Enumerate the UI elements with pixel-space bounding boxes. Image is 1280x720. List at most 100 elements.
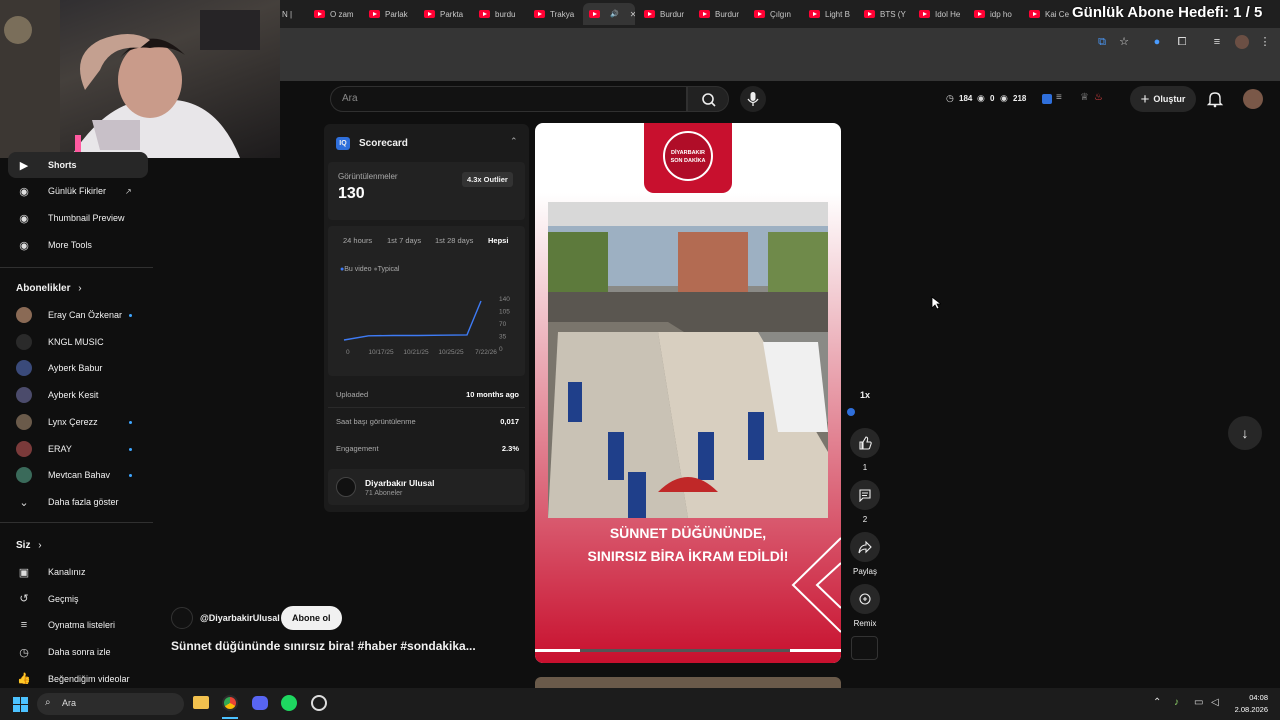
external-link-icon: ↗ <box>125 186 132 196</box>
remix-label: Remix <box>853 619 877 628</box>
comment-count: 2 <box>862 515 868 524</box>
network-icon[interactable]: ▭ <box>1194 697 1203 708</box>
y-tick-label: 70 <box>499 321 507 328</box>
install-app-icon[interactable]: ⧉ <box>1095 35 1109 49</box>
range-tab[interactable]: 24 hours <box>343 236 372 245</box>
tab-label: Çılgın <box>770 9 791 19</box>
show-more-button[interactable]: ⌄ Daha fazla göster <box>0 489 150 515</box>
subscription-label: Ayberk Kesit <box>48 390 99 401</box>
range-tab[interactable]: 1st 7 days <box>387 236 421 245</box>
close-tab-icon[interactable]: ✕ <box>630 10 635 19</box>
browser-tab[interactable]: idp ho <box>968 3 1020 25</box>
search-input[interactable]: Ara <box>330 86 687 112</box>
trophy-icon[interactable]: ♕ <box>1080 92 1089 103</box>
volume-icon[interactable]: ◁ <box>1211 697 1219 708</box>
remix-button[interactable] <box>850 584 880 614</box>
sidebar-item-thumbnail[interactable]: ◉ Thumbnail Preview <box>0 205 150 231</box>
youtube-favicon-icon <box>1029 10 1040 18</box>
playback-speed[interactable]: 1x <box>850 390 880 400</box>
browser-tab[interactable]: Kai Ce <box>1023 3 1075 25</box>
browser-tab[interactable]: N | <box>276 3 304 25</box>
subscription-item[interactable]: Eray Can Özkenar <box>0 302 150 328</box>
extension-icon[interactable]: ● <box>1150 35 1164 49</box>
audio-source-thumbnail[interactable] <box>851 636 878 660</box>
channel-handle[interactable]: @DiyarbakirUlusal <box>200 613 280 623</box>
discord-icon[interactable] <box>252 696 268 710</box>
browser-tab[interactable]: burdu <box>473 3 525 25</box>
sidebar-item-label: Daha sonra izle <box>48 647 111 658</box>
channel-subscribers: 71 Aboneler <box>365 490 403 497</box>
taskbar-search[interactable]: ⌕ Ara <box>37 693 184 715</box>
range-tab[interactable]: Hepsi <box>488 236 508 245</box>
chevron-graphic <box>791 537 841 633</box>
you-section-title[interactable]: Siz › <box>16 540 42 551</box>
range-tab[interactable]: 1st 28 days <box>435 236 473 245</box>
collapse-chevron-icon[interactable]: ⌃ <box>510 136 518 147</box>
subscription-item[interactable]: Lynx Çerezz <box>0 409 150 435</box>
sidebar-item-label: Beğendiğim videolar <box>48 673 130 684</box>
subscription-item[interactable]: Mevtcan Bahav <box>0 462 150 488</box>
sidebar-item-playlist[interactable]: ≡ Oynatma listeleri <box>0 612 150 638</box>
like-button[interactable] <box>850 428 880 458</box>
subscribe-button[interactable]: Abone ol <box>281 606 342 630</box>
browser-tab[interactable]: Burdur <box>693 3 745 25</box>
list-icon[interactable]: ≡ <box>1056 92 1062 103</box>
youtube-favicon-icon <box>589 10 600 18</box>
chrome-icon[interactable] <box>222 695 238 711</box>
browser-tab[interactable]: Light B <box>803 3 855 25</box>
next-short-preview[interactable] <box>535 677 841 688</box>
alert-icon[interactable]: ♨ <box>1094 92 1103 103</box>
channel-avatar[interactable] <box>171 607 193 629</box>
profile-avatar[interactable] <box>1235 35 1249 49</box>
sidebar-item-watch-later[interactable]: ◷ Daha sonra izle <box>0 639 150 665</box>
search-button[interactable] <box>687 86 729 112</box>
y-tick-label: 35 <box>499 334 507 341</box>
video-title[interactable]: Sünnet düğününde sınırsız bira! #haber #… <box>171 639 476 653</box>
tray-chevron-icon[interactable]: ⌃ <box>1153 697 1161 708</box>
app-icon[interactable] <box>311 695 327 711</box>
share-button[interactable] <box>850 532 880 562</box>
voice-search-button[interactable] <box>740 86 766 112</box>
account-avatar[interactable] <box>1243 89 1263 109</box>
subscription-item[interactable]: KNGL MUSIC <box>0 329 150 355</box>
subscription-item[interactable]: Ayberk Kesit <box>0 382 150 408</box>
file-explorer-icon[interactable] <box>193 696 209 709</box>
audio-playing-icon[interactable]: 🔊 <box>610 10 619 18</box>
x-tick-label: 10/17/25 <box>368 349 394 356</box>
sidebar-item-history[interactable]: ↺ Geçmiş <box>0 586 150 612</box>
subscription-item[interactable]: Ayberk Babur <box>0 355 150 381</box>
notifications-button[interactable] <box>1206 90 1224 113</box>
browser-tab[interactable]: BTS (Y <box>858 3 910 25</box>
browser-menu-icon[interactable]: ⋮ <box>1258 35 1272 49</box>
subscription-label: Ayberk Babur <box>48 363 103 374</box>
sidebar-item-tools[interactable]: ◉ More Tools <box>0 232 150 258</box>
sidebar-item-ideas[interactable]: ◉ Günlük Fikirler ↗ <box>0 178 150 204</box>
shorts-video-player[interactable]: DİYARBAKIR SON DAKİKA SÜNNET DÜĞÜNÜNDE, … <box>535 123 841 663</box>
browser-tab[interactable]: 🔊 ✕ <box>583 3 635 25</box>
windows-start-icon[interactable] <box>13 697 29 713</box>
media-control-icon[interactable]: ≡ <box>1210 35 1224 49</box>
browser-tab[interactable]: Burdur <box>638 3 690 25</box>
next-video-button[interactable]: ↓ <box>1228 416 1262 450</box>
browser-tab[interactable]: Çılgın <box>748 3 800 25</box>
channel-card[interactable]: Diyarbakır Ulusal 71 Aboneler <box>328 469 525 505</box>
browser-tab[interactable]: Parkta <box>418 3 470 25</box>
browser-tab[interactable]: Parlak <box>363 3 415 25</box>
bookmark-star-icon[interactable]: ☆ <box>1117 35 1131 49</box>
create-button[interactable]: + Oluştur <box>1130 86 1196 112</box>
subscription-item[interactable]: ERAY <box>0 436 150 462</box>
tab-label: Light B <box>825 9 850 19</box>
browser-tab[interactable]: Trakya <box>528 3 580 25</box>
sidebar-item-label: Günlük Fikirler <box>48 186 107 196</box>
sidebar-item-shorts[interactable]: ▶ Shorts <box>8 152 148 178</box>
subscriptions-title[interactable]: Abonelikler › <box>16 283 82 294</box>
vidiq-icon[interactable] <box>1042 94 1052 104</box>
browser-tab[interactable]: Idol He <box>913 3 965 25</box>
extensions-puzzle-icon[interactable]: ⧠ <box>1175 35 1189 49</box>
browser-tab[interactable]: O zam <box>308 3 360 25</box>
spotify-icon[interactable] <box>281 695 297 711</box>
comments-button[interactable] <box>850 480 880 510</box>
sidebar-item-channel[interactable]: ▣ Kanalınız <box>0 559 150 585</box>
engagement-row: Engagement 2.3% <box>336 444 519 453</box>
mic-tray-icon[interactable]: ♪ <box>1174 697 1179 708</box>
